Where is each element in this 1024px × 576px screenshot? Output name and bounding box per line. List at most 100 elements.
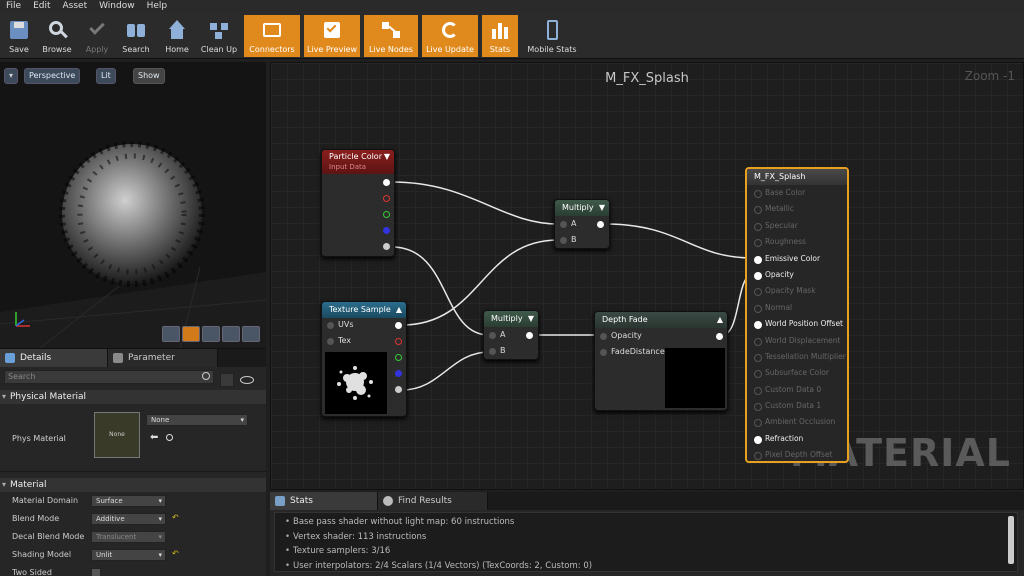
cylinder-shape-button[interactable] — [162, 326, 180, 342]
output-pin-rgb[interactable] — [395, 322, 402, 329]
cube-shape-button[interactable] — [222, 326, 240, 342]
tab-stats[interactable]: Stats — [270, 492, 378, 510]
result-pin-subsurface-color[interactable]: Subsurface Color — [747, 365, 847, 381]
result-pin-specular[interactable]: Specular — [747, 218, 847, 234]
stats-scrollbar[interactable] — [1008, 516, 1014, 564]
two-sided-checkbox[interactable] — [91, 568, 101, 576]
decal-blend-mode-dropdown[interactable]: Translucent — [91, 531, 166, 543]
texture-sample-node[interactable]: Texture Sample ▲ UVs Tex — [321, 301, 407, 417]
apply-button[interactable]: Apply — [80, 15, 114, 57]
reset-to-default-icon[interactable]: ↶ — [172, 513, 179, 522]
result-pin-tessellation-multiplier[interactable]: Tessellation Multiplier — [747, 349, 847, 365]
output-pin-a[interactable] — [395, 386, 402, 393]
material-result-node[interactable]: M_FX_Splash Base Color Metallic Specular Ro… — [745, 167, 849, 463]
mobile-stats-button[interactable]: Mobile Stats — [522, 15, 582, 57]
result-pin-opacity-mask[interactable]: Opacity Mask — [747, 283, 847, 299]
result-pin-emissive-color[interactable]: Emissive Color — [747, 251, 847, 267]
result-pin-pixel-depth-offset[interactable]: Pixel Depth Offset — [747, 447, 847, 463]
menu-edit[interactable]: Edit — [27, 0, 56, 12]
browse-to-asset-icon[interactable] — [166, 434, 173, 441]
material-domain-dropdown[interactable]: Surface — [91, 495, 166, 507]
search-button[interactable]: Search — [118, 15, 154, 57]
input-pin-tex[interactable] — [327, 338, 334, 345]
output-pin-rgb[interactable] — [383, 179, 390, 186]
result-pin-metallic[interactable]: Metallic — [747, 201, 847, 217]
connectors-button[interactable]: Connectors — [244, 15, 300, 57]
output-pin-b[interactable] — [395, 370, 402, 377]
menu-help[interactable]: Help — [141, 0, 174, 12]
depth-fade-node[interactable]: Depth Fade ▲ Opacity FadeDistance — [594, 311, 728, 411]
output-pin-g[interactable] — [395, 354, 402, 361]
output-pin-b[interactable] — [383, 227, 390, 234]
sphere-shape-button[interactable] — [182, 326, 200, 342]
shading-model-dropdown[interactable]: Unlit — [91, 549, 166, 561]
output-pin[interactable] — [526, 332, 533, 339]
collapse-arrow-icon[interactable]: ▲ — [396, 302, 402, 318]
lit-button[interactable]: Lit — [96, 68, 116, 84]
use-selected-arrow-icon[interactable]: ⬅ — [150, 432, 158, 443]
input-pin-a[interactable] — [489, 332, 496, 339]
phys-material-thumbnail[interactable]: None — [94, 412, 140, 458]
output-pin[interactable] — [716, 333, 723, 340]
multiply-node-1[interactable]: Multiply ▼ A B — [554, 199, 610, 249]
menu-asset[interactable]: Asset — [57, 0, 94, 12]
material-section[interactable]: Material — [0, 478, 266, 492]
output-pin-a[interactable] — [383, 243, 390, 250]
output-pin-r[interactable] — [395, 338, 402, 345]
tab-details[interactable]: Details — [0, 349, 108, 367]
viewport-options-button[interactable]: ▾ — [4, 68, 18, 84]
reset-to-default-icon[interactable]: ↶ — [172, 549, 179, 558]
result-pin-custom-data-1[interactable]: Custom Data 1 — [747, 398, 847, 414]
show-button[interactable]: Show — [133, 68, 165, 84]
graph-wires — [391, 181, 754, 391]
input-pin-uvs[interactable] — [327, 322, 334, 329]
input-pin-fadedistance[interactable] — [600, 349, 607, 356]
preview-viewport[interactable]: ▾ Perspective Lit Show — [0, 62, 266, 348]
eye-icon[interactable] — [240, 376, 254, 384]
result-pin-custom-data-0[interactable]: Custom Data 0 — [747, 382, 847, 398]
browse-button[interactable]: Browse — [38, 15, 76, 57]
result-pin-opacity[interactable]: Opacity — [747, 267, 847, 283]
collapse-arrow-icon[interactable]: ▼ — [599, 200, 605, 216]
physical-material-section[interactable]: Physical Material — [0, 390, 266, 404]
stats-button[interactable]: Stats — [482, 15, 518, 57]
input-pin-b[interactable] — [489, 348, 496, 355]
output-pin-g[interactable] — [383, 211, 390, 218]
grid-view-button[interactable] — [220, 373, 234, 387]
perspective-button[interactable]: Perspective — [24, 68, 81, 84]
mesh-shape-button[interactable] — [242, 326, 260, 342]
output-pin-r[interactable] — [383, 195, 390, 202]
particle-color-node[interactable]: Particle Color Input Data ▼ — [321, 149, 395, 257]
menu-file[interactable]: File — [0, 0, 27, 12]
input-pin-b[interactable] — [560, 237, 567, 244]
result-pin-base-color[interactable]: Base Color — [747, 185, 847, 201]
input-pin-opacity[interactable] — [600, 333, 607, 340]
clean-up-button[interactable]: Clean Up — [198, 15, 240, 57]
material-graph[interactable]: M_FX_Splash Zoom -1 MATERIAL Particle Co… — [270, 62, 1024, 490]
multiply-node-2[interactable]: Multiply ▼ A B — [483, 310, 539, 360]
live-preview-button[interactable]: Live Preview — [304, 15, 360, 57]
collapse-arrow-icon[interactable]: ▼ — [384, 150, 390, 163]
live-update-button[interactable]: Live Update — [422, 15, 478, 57]
result-pin-world-displacement[interactable]: World Displacement — [747, 333, 847, 349]
save-button[interactable]: Save — [4, 15, 34, 57]
collapse-arrow-icon[interactable]: ▲ — [717, 312, 723, 328]
result-pin-roughness[interactable]: Roughness — [747, 234, 847, 250]
result-pin-refraction[interactable]: Refraction — [747, 431, 847, 447]
menu-bar: File Edit Asset Window Help — [0, 0, 1024, 12]
tab-parameter-default[interactable]: Parameter Default — [108, 349, 218, 381]
collapse-arrow-icon[interactable]: ▼ — [528, 311, 534, 327]
result-pin-world-position-offset[interactable]: World Position Offset — [747, 316, 847, 332]
output-pin[interactable] — [597, 221, 604, 228]
tab-find-results[interactable]: Find Results — [378, 492, 488, 510]
details-search-input[interactable]: Search — [4, 370, 214, 384]
result-pin-ambient-occlusion[interactable]: Ambient Occlusion — [747, 414, 847, 430]
home-button[interactable]: Home — [160, 15, 194, 57]
live-nodes-button[interactable]: Live Nodes — [364, 15, 418, 57]
plane-shape-button[interactable] — [202, 326, 220, 342]
blend-mode-dropdown[interactable]: Additive — [91, 513, 166, 525]
phys-material-dropdown[interactable]: None — [146, 414, 248, 426]
input-pin-a[interactable] — [560, 221, 567, 228]
menu-window[interactable]: Window — [93, 0, 141, 12]
result-pin-normal[interactable]: Normal — [747, 300, 847, 316]
